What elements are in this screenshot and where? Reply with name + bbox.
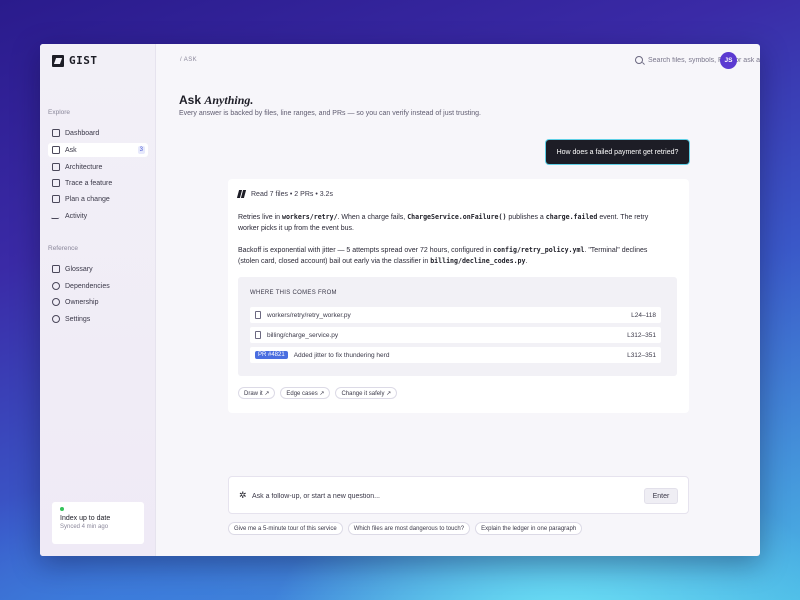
breadcrumb[interactable]: / ASK	[180, 57, 197, 63]
sidebar-item-label: Architecture	[65, 163, 103, 171]
sidebar-item-glossary[interactable]: Glossary	[48, 262, 148, 276]
text: . When a charge fails,	[337, 214, 408, 221]
sidebar-item-architecture[interactable]: Architecture	[48, 160, 148, 174]
draw-it-button[interactable]: Draw it ↗	[238, 387, 276, 399]
page-title: Ask Anything.	[179, 93, 253, 108]
source-range: L312–351	[627, 331, 656, 339]
count-badge: 3	[137, 146, 145, 154]
source-range: L24–118	[631, 311, 656, 319]
sidebar-item-label: Trace a feature	[65, 179, 113, 187]
sidebar-item-label: Ask	[65, 146, 77, 154]
answer-meta: Read 7 files • 2 PRs • 3.2s	[238, 190, 333, 198]
sources-label: WHERE THIS COMES FROM	[250, 290, 337, 296]
sidebar-item-ownership[interactable]: Ownership	[48, 295, 148, 309]
chat-icon	[52, 146, 60, 154]
index-status-subtitle: Synced 4 min ago	[60, 524, 109, 530]
pr-badge: PR #4821	[255, 351, 288, 359]
sidebar-item-label: Plan a change	[65, 195, 110, 203]
source-range: L312–351	[627, 351, 656, 359]
sidebar-item-trace-a-feature[interactable]: Trace a feature	[48, 176, 148, 190]
database-icon	[52, 282, 60, 290]
source-label: workers/retry/retry_worker.py	[267, 311, 351, 319]
sidebar-item-activity[interactable]: Activity	[48, 209, 148, 223]
sidebar-item-label: Settings	[65, 315, 91, 323]
suggestion-chip[interactable]: Explain the ledger in one paragraph	[475, 522, 583, 535]
code-path: workers/retry/	[281, 213, 338, 221]
page-subtitle: Every answer is backed by files, line ra…	[179, 110, 481, 117]
sidebar-item-settings[interactable]: Settings	[48, 312, 148, 326]
answer-meta-text: Read 7 files • 2 PRs • 3.2s	[251, 190, 333, 198]
source-label: Added jitter to fix thundering herd	[293, 351, 390, 359]
file-icon	[255, 331, 261, 339]
source-row[interactable]: workers/retry/retry_worker.py L24–118	[250, 307, 661, 323]
status-dot	[60, 507, 64, 511]
answer-card: Read 7 files • 2 PRs • 3.2s Retries live…	[228, 179, 689, 413]
search-icon	[635, 56, 643, 64]
page-title-plain: Ask	[179, 93, 205, 107]
index-status-card: Index up to date Synced 4 min ago	[52, 502, 144, 544]
code-symbol: ChargeService.onFailure()	[407, 213, 507, 221]
section-label-reference: Reference	[48, 245, 78, 252]
logo-icon	[52, 54, 64, 67]
app-logo[interactable]: GIST	[52, 54, 98, 67]
code-path: config/retry_policy.yml	[493, 246, 585, 254]
index-status-title: Index up to date	[60, 515, 111, 522]
trace-icon	[52, 179, 60, 187]
sidebar-item-plan-a-change[interactable]: Plan a change	[48, 192, 148, 206]
edge-cases-button[interactable]: Edge cases ↗	[280, 387, 331, 399]
code-path: billing/decline_codes.py	[430, 257, 526, 265]
suggestion-chip[interactable]: Give me a 5-minute tour of this service	[228, 522, 343, 535]
source-row[interactable]: PR #4821 Added jitter to fix thundering …	[250, 347, 661, 363]
source-label: billing/charge_service.py	[267, 331, 339, 339]
app-name: GIST	[69, 54, 98, 67]
sidebar-item-label: Glossary	[65, 265, 93, 273]
avatar[interactable]: JS	[720, 52, 737, 69]
sources-panel: WHERE THIS COMES FROM workers/retry/retr…	[238, 277, 677, 376]
search-input[interactable]	[648, 56, 760, 64]
enter-button[interactable]: Enter	[644, 488, 678, 504]
sparkle-icon: ✲	[239, 490, 247, 500]
sidebar: GIST Explore Dashboard Ask 3 Architectur…	[40, 44, 156, 556]
search-bar[interactable]: ⌘ K	[632, 52, 760, 68]
text: Backoff is exponential with jitter — 5 a…	[238, 247, 494, 254]
section-label-explore: Explore	[48, 109, 71, 116]
sidebar-item-dashboard[interactable]: Dashboard	[48, 126, 148, 140]
text: Retries live in	[238, 214, 282, 221]
shield-icon	[52, 298, 60, 306]
file-icon	[255, 311, 261, 319]
text: publishes a	[506, 214, 546, 221]
composer: ✲ Enter	[228, 476, 689, 514]
layers-icon	[52, 163, 60, 171]
sidebar-item-dependencies[interactable]: Dependencies	[48, 279, 148, 293]
sidebar-item-label: Dashboard	[65, 129, 100, 137]
text: .	[525, 258, 528, 265]
activity-icon	[50, 213, 62, 219]
sidebar-item-label: Dependencies	[65, 282, 110, 290]
app-window: GIST Explore Dashboard Ask 3 Architectur…	[40, 44, 760, 556]
answer-paragraph-2: Backoff is exponential with jitter — 5 a…	[238, 245, 668, 267]
answer-actions: Draw it ↗ Edge cases ↗ Change it safely …	[238, 387, 398, 399]
code-event: charge.failed	[545, 213, 598, 221]
edit-icon	[52, 195, 60, 203]
sidebar-item-ask[interactable]: Ask 3	[48, 143, 148, 157]
sidebar-item-label: Activity	[65, 212, 88, 220]
composer-input[interactable]	[252, 489, 612, 503]
suggestion-chip[interactable]: Which files are most dangerous to touch?	[347, 522, 471, 535]
change-it-safely-button[interactable]: Change it safely ↗	[335, 387, 398, 399]
book-icon	[52, 265, 60, 273]
sidebar-item-label: Ownership	[65, 298, 99, 306]
answer-paragraph-1: Retries live in workers/retry/. When a c…	[238, 212, 668, 234]
grid-icon	[52, 129, 60, 137]
suggestion-row: Give me a 5-minute tour of this service …	[228, 522, 583, 535]
gist-mark-icon	[238, 190, 246, 198]
question-bubble: How does a failed payment get retried?	[546, 140, 689, 164]
source-row[interactable]: billing/charge_service.py L312–351	[250, 327, 661, 343]
page-title-italic: Anything.	[204, 93, 254, 107]
gear-icon	[52, 315, 60, 323]
